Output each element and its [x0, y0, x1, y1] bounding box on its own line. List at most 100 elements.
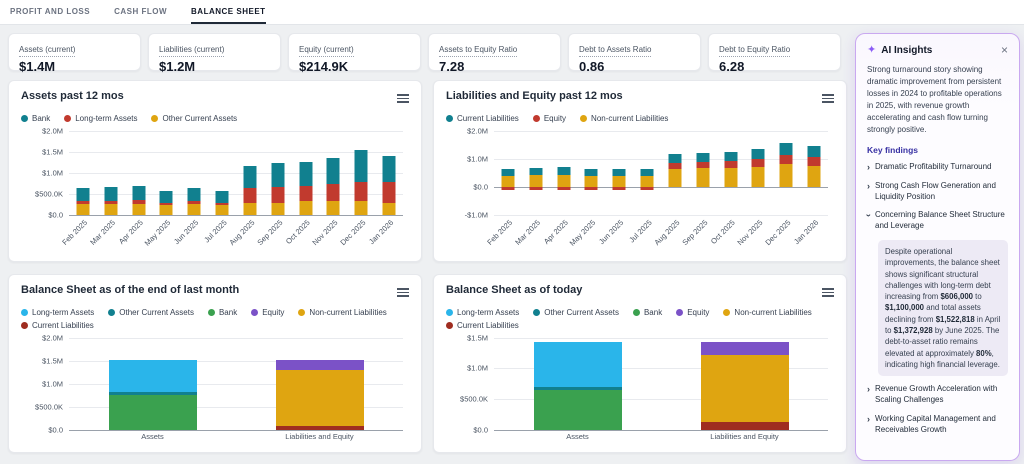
y-axis-label: $1.0M — [42, 379, 63, 388]
chart-menu-icon[interactable] — [822, 90, 834, 107]
kpi-debt-to-equity-ratio: Debt to Equity Ratio 6.28 — [708, 33, 841, 74]
legend-item: Equity — [251, 308, 284, 317]
legend-item: Current Liabilities — [21, 321, 94, 330]
chart-legend: Current Liabilities Equity Non-current Lia… — [446, 114, 834, 123]
bar-segment — [159, 202, 173, 206]
bar-column — [550, 131, 578, 215]
legend-label: Bank — [32, 113, 51, 123]
y-axis-label: $2.0M — [42, 126, 63, 135]
bar-segment — [501, 186, 515, 190]
kpi-label: Equity (current) — [299, 45, 354, 57]
bar-segment — [243, 187, 257, 203]
chart-title: Assets past 12 mos — [21, 90, 124, 102]
chart-menu-icon[interactable] — [822, 284, 834, 301]
legend-item: Bank — [207, 307, 238, 317]
bar-column — [97, 131, 125, 215]
bar-column — [319, 131, 347, 215]
bar-segment — [696, 161, 710, 169]
kpi-liabilities-current: Liabilities (current) $1.2M — [148, 33, 281, 74]
chart-title: Liabilities and Equity past 12 mos — [446, 90, 623, 102]
kpi-assets-current: Assets (current) $1.4M — [8, 33, 141, 74]
bar-segment — [159, 205, 173, 215]
bar-segment — [700, 341, 789, 355]
bar-segment — [104, 186, 118, 201]
bar-column — [69, 131, 97, 215]
legend-label: Current Liabilities — [457, 320, 519, 330]
bar-segment — [132, 185, 146, 201]
x-axis-label: Jan 2026 — [367, 217, 396, 246]
legend-dot-icon — [298, 308, 306, 316]
chart-menu-icon[interactable] — [397, 284, 409, 301]
ai-insights-panel: ✦ AI Insights × Strong turnaround story … — [855, 33, 1020, 461]
finding-label: Concerning Balance Sheet Structure and L… — [875, 210, 1005, 231]
bar-segment — [187, 204, 201, 215]
bar-segment — [807, 165, 821, 187]
x-axis-label: Jun 2025 — [597, 217, 626, 246]
bar-segment — [275, 370, 364, 426]
kpi-value: $214.9K — [299, 59, 349, 74]
bar-segment — [108, 395, 197, 430]
legend-label: Other Current Assets — [544, 307, 619, 317]
bar-segment — [299, 185, 313, 202]
bar-segment — [215, 205, 229, 215]
bar-column — [494, 338, 661, 430]
legend-item: Long-term Assets — [64, 114, 137, 123]
legend-dot-icon — [580, 114, 588, 122]
bar-column — [208, 131, 236, 215]
legend-label: Current Liabilities — [32, 320, 94, 330]
finding-detail-text: Despite operational improvements, the ba… — [878, 239, 1008, 377]
bar-column — [800, 131, 828, 215]
bar-segment — [76, 201, 90, 205]
bar-segment — [584, 169, 598, 177]
legend-label: Bank — [218, 307, 238, 317]
bar-column — [347, 131, 375, 215]
legend-dot-icon — [446, 308, 453, 316]
bar-column — [375, 131, 403, 215]
bar-segment — [299, 161, 313, 186]
y-axis-label: $0.0 — [48, 425, 63, 434]
bar-segment — [529, 175, 543, 187]
tab-balance-sheet[interactable]: BALANCE SHEET — [191, 0, 266, 24]
x-axis-label: Jan 2026 — [792, 217, 821, 246]
legend-dot-icon — [151, 114, 159, 122]
bar-segment — [275, 359, 364, 371]
legend-item: Other Current Assets — [108, 308, 194, 317]
bar-column — [577, 131, 605, 215]
legend-item: Other Current Assets — [151, 114, 237, 123]
bar-segment — [326, 201, 340, 215]
bar-segment — [640, 169, 654, 177]
legend-dot-icon — [21, 308, 28, 316]
tab-cash-flow[interactable]: CASH FLOW — [114, 0, 167, 24]
bar-segment — [501, 168, 515, 176]
finding-item[interactable]: › Working Capital Management and Receivab… — [867, 414, 1008, 436]
bar-segment — [807, 156, 821, 166]
finding-item[interactable]: › Strong Cash Flow Generation and Liquidi… — [867, 181, 1008, 203]
y-axis-label: $500.0K — [35, 402, 63, 411]
close-icon[interactable]: × — [1001, 44, 1008, 56]
bar-column — [292, 131, 320, 215]
finding-item[interactable]: › Revenue Growth Acceleration with Scalin… — [867, 384, 1008, 406]
chart-x-labels: Assets Liabilities and Equity — [494, 430, 828, 443]
bar-column — [236, 131, 264, 215]
legend-item: Long-term Assets — [446, 308, 519, 317]
finding-label: Revenue Growth Acceleration with Scaling… — [875, 384, 998, 405]
chart-title: Balance Sheet as of the end of last mont… — [21, 284, 240, 296]
legend-item: Current Liabilities — [446, 321, 519, 330]
finding-item[interactable]: › Dramatic Profitability Turnaround — [867, 162, 1008, 173]
x-axis-label: Assets — [566, 431, 589, 441]
bar-segment — [779, 164, 793, 187]
bar-segment — [533, 341, 622, 387]
tab-profit-and-loss[interactable]: PROFIT AND LOSS — [10, 0, 90, 24]
legend-item: Bank — [21, 114, 50, 123]
bar-segment — [76, 204, 90, 215]
legend-label: Equity — [262, 307, 285, 317]
bar-segment — [640, 186, 654, 190]
legend-label: Non-current Liabilities — [734, 307, 812, 317]
bar-segment — [668, 162, 682, 170]
finding-item[interactable]: › Concerning Balance Sheet Structure and … — [864, 210, 1008, 232]
legend-dot-icon — [207, 308, 215, 316]
chart-plot: $0.0 $500.0K $1.0M $1.5M — [446, 333, 834, 434]
chart-menu-icon[interactable] — [397, 90, 409, 107]
bar-column — [180, 131, 208, 215]
bar-segment — [108, 359, 197, 392]
